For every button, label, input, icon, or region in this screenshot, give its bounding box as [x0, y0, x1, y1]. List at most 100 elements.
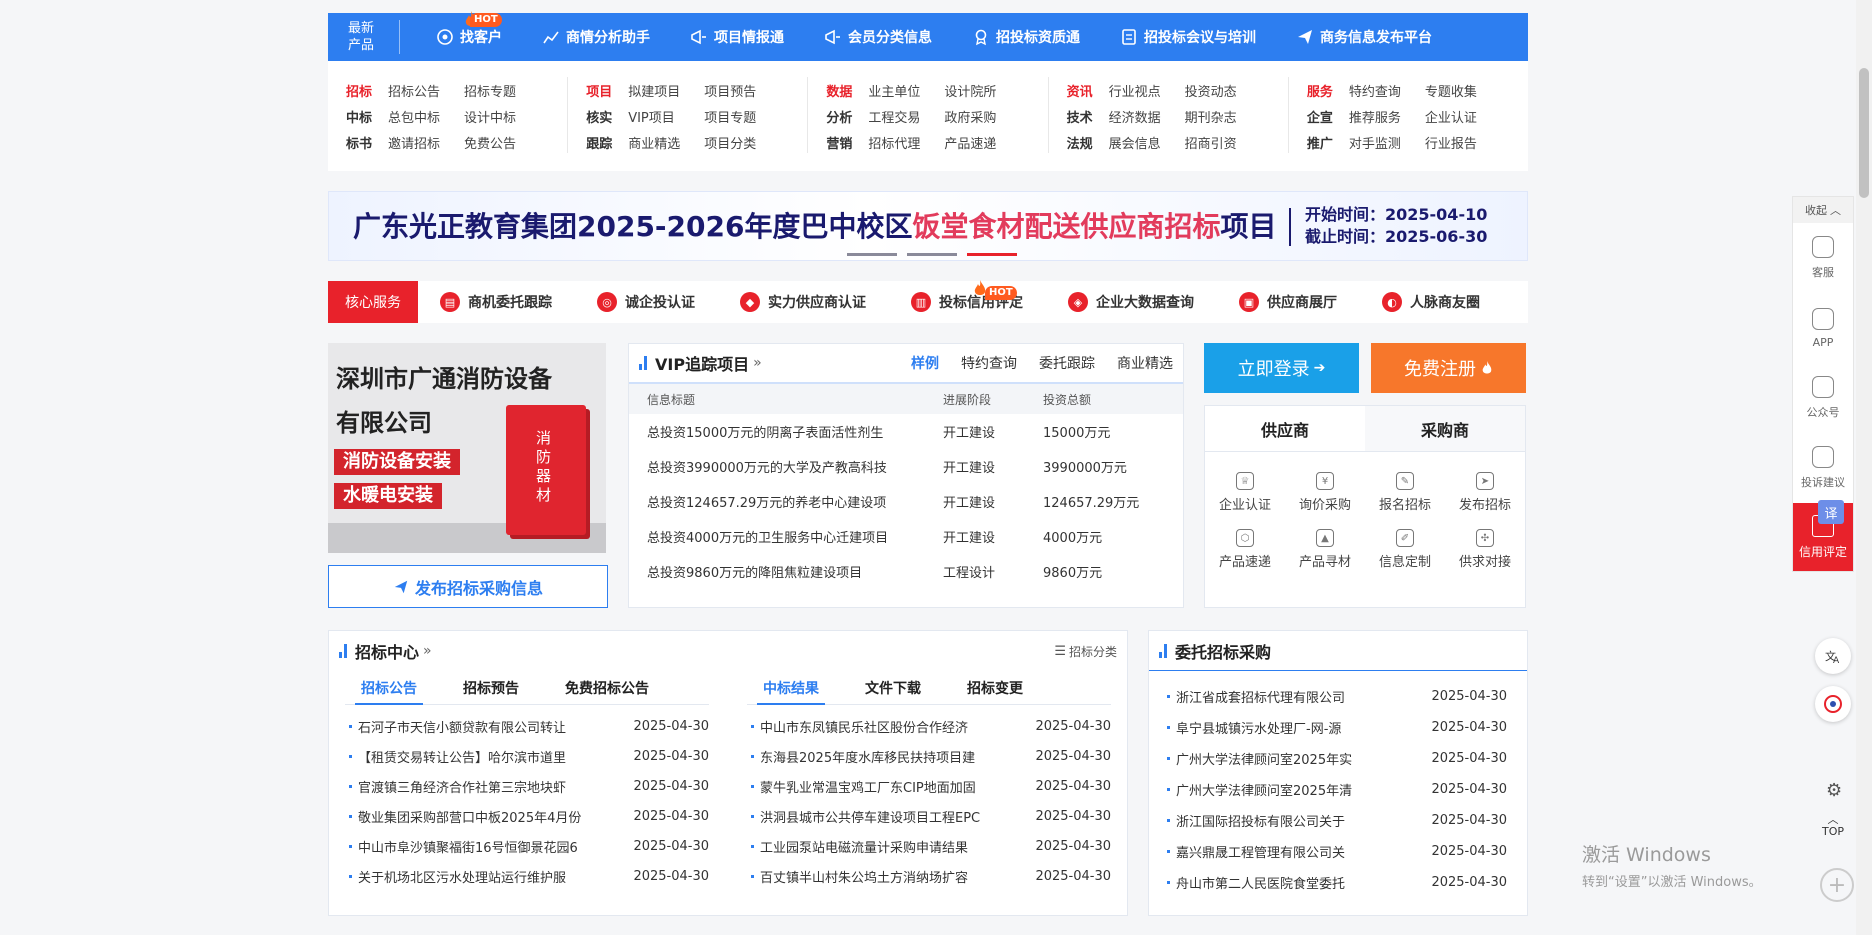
core-service-item[interactable]: ◐ 人脉商友圈 — [1382, 292, 1480, 312]
list-item[interactable]: 蒙牛乳业常温宝鸡工厂东CIP地面加固 2025-04-30 — [747, 771, 1111, 801]
list-item[interactable]: 石河子市天信小额贷款有限公司转让 2025-04-30 — [345, 711, 709, 741]
supplier-function-item[interactable]: ♕ 企业认证 — [1205, 472, 1285, 513]
menu-row-label[interactable]: 技术 — [1067, 107, 1109, 126]
list-item[interactable]: 【租赁交易转让公告】哈尔滨市道里 2025-04-30 — [345, 741, 709, 771]
back-to-top-button[interactable]: ︿ TOP — [1822, 814, 1844, 838]
core-service-item[interactable]: ▤ 商机委托跟踪 — [440, 292, 552, 312]
tab-buyer[interactable]: 采购商 — [1365, 406, 1525, 451]
banner-dot[interactable] — [847, 253, 897, 256]
supplier-function-item[interactable]: ✎ 报名招标 — [1365, 472, 1445, 513]
nav-project-intel[interactable]: 项目情报通 — [690, 27, 784, 47]
list-item[interactable]: 洪洞县城市公共停车建设项目工程EPC 2025-04-30 — [747, 801, 1111, 831]
supplier-function-item[interactable]: ¥ 询价采购 — [1285, 472, 1365, 513]
list-item[interactable]: 浙江国际招投标有限公司关于 2025-04-30 — [1163, 805, 1507, 836]
menu-link[interactable]: 项目分类 — [704, 133, 780, 152]
register-button[interactable]: 免费注册 — [1371, 343, 1526, 393]
table-cell[interactable]: 总投资124657.29万元的养老中心建设项 — [629, 484, 943, 519]
list-item[interactable]: 工业园泵站电磁流量计采购申请结果 2025-04-30 — [747, 831, 1111, 861]
list-item[interactable]: 关于机场北区污水处理站运行维护服 2025-04-30 — [345, 861, 709, 891]
supplier-function-item[interactable]: ➤ 发布招标 — [1445, 472, 1525, 513]
menu-row-label[interactable]: 推广 — [1307, 133, 1349, 152]
menu-link[interactable]: 行业报告 — [1425, 133, 1501, 152]
menu-link[interactable]: 展会信息 — [1109, 133, 1185, 152]
menu-link[interactable]: 商业精选 — [628, 133, 704, 152]
nav-market-analysis[interactable]: 商情分析助手 — [542, 27, 650, 47]
menu-link[interactable]: VIP项目 — [628, 107, 704, 126]
menu-link[interactable]: 招标专题 — [464, 81, 540, 100]
menu-link[interactable]: 设计院所 — [944, 81, 1020, 100]
supplier-function-item[interactable]: ▲ 产品寻材 — [1285, 529, 1365, 570]
menu-row-label[interactable]: 服务 — [1307, 81, 1349, 100]
menu-link[interactable]: 拟建项目 — [628, 81, 704, 100]
scrollbar-thumb[interactable] — [1859, 68, 1869, 198]
banner-dot-active[interactable] — [967, 253, 1017, 256]
double-chevron-icon[interactable]: » — [753, 355, 762, 371]
list-item[interactable]: 中山市阜沙镇聚福街16号恒御景花园6 2025-04-30 — [345, 831, 709, 861]
nav-member-info[interactable]: 会员分类信息 — [824, 27, 932, 47]
tender-tab[interactable]: 文件下载 — [849, 671, 937, 704]
vip-tab[interactable]: 特约查询 — [961, 353, 1017, 373]
table-row[interactable]: 总投资124657.29万元的养老中心建设项 开工建设 124657.29万元 — [629, 484, 1183, 519]
gear-icon[interactable]: ⚙ — [1826, 780, 1842, 801]
menu-row-label[interactable]: 营销 — [826, 133, 868, 152]
tender-tab[interactable]: 招标公告 — [345, 671, 433, 705]
table-cell[interactable]: 总投资9860万元的降阻焦粒建设项目 — [629, 554, 943, 589]
list-item[interactable]: 嘉兴鼎晟工程管理有限公司关 2025-04-30 — [1163, 836, 1507, 867]
vip-title[interactable]: VIP追踪项目 — [655, 351, 749, 375]
menu-link[interactable]: 产品速递 — [944, 133, 1020, 152]
page-scrollbar[interactable] — [1856, 0, 1872, 935]
menu-link[interactable]: 特约查询 — [1349, 81, 1425, 100]
plus-icon[interactable]: + — [1820, 868, 1854, 902]
sidebar-item[interactable]: 投诉建议 — [1793, 433, 1853, 503]
core-service-item[interactable]: ◆ 实力供应商认证 — [740, 292, 866, 312]
supplier-function-item[interactable]: ✐ 信息定制 — [1365, 529, 1445, 570]
menu-row-label[interactable]: 核实 — [586, 107, 628, 126]
menu-row-label[interactable]: 企宣 — [1307, 107, 1349, 126]
nav-publish-platform[interactable]: 商务信息发布平台 — [1296, 27, 1432, 47]
list-item[interactable]: 广州大学法律顾问室2025年清 2025-04-30 — [1163, 774, 1507, 805]
list-item[interactable]: 敬业集团采购部营口中板2025年4月份 2025-04-30 — [345, 801, 709, 831]
vip-tab[interactable]: 委托跟踪 — [1039, 353, 1095, 373]
menu-link[interactable]: 免费公告 — [464, 133, 540, 152]
menu-link[interactable]: 专题收集 — [1425, 81, 1501, 100]
menu-link[interactable]: 企业认证 — [1425, 107, 1501, 126]
list-item[interactable]: 浙江省成套招标代理有限公司 2025-04-30 — [1163, 681, 1507, 712]
menu-row-label[interactable]: 中标 — [346, 107, 388, 126]
menu-row-label[interactable]: 标书 — [346, 133, 388, 152]
tender-center-title[interactable]: 招标中心 — [355, 639, 419, 663]
menu-link[interactable]: 项目预告 — [704, 81, 780, 100]
menu-link[interactable]: 招商引资 — [1185, 133, 1261, 152]
menu-row-label[interactable]: 项目 — [586, 81, 628, 100]
sidebar-item[interactable]: 公众号 — [1793, 363, 1853, 433]
menu-link[interactable]: 行业视点 — [1109, 81, 1185, 100]
menu-link[interactable]: 工程交易 — [868, 107, 944, 126]
tender-tab[interactable]: 招标变更 — [951, 671, 1039, 704]
sidebar-collapse-button[interactable]: 收起 ︿ — [1793, 197, 1853, 223]
list-item[interactable]: 官渡镇三角经济合作社第三宗地块虾 2025-04-30 — [345, 771, 709, 801]
list-item[interactable]: 中山市东凤镇民乐社区股份合作经济 2025-04-30 — [747, 711, 1111, 741]
supplier-function-item[interactable]: ✣ 供求对接 — [1445, 529, 1525, 570]
tender-tab[interactable]: 招标预告 — [447, 671, 535, 704]
menu-link[interactable]: 政府采购 — [944, 107, 1020, 126]
tab-supplier[interactable]: 供应商 — [1205, 406, 1365, 451]
menu-link[interactable]: 经济数据 — [1109, 107, 1185, 126]
vip-tab[interactable]: 商业精选 — [1117, 353, 1173, 373]
menu-link[interactable]: 招标代理 — [868, 133, 944, 152]
table-row[interactable]: 总投资15000万元的阴离子表面活性剂生 开工建设 15000万元 — [629, 414, 1183, 449]
tender-tab[interactable]: 中标结果 — [747, 671, 835, 705]
table-row[interactable]: 总投资3990000万元的大学及产教高科技 开工建设 3990000万元 — [629, 449, 1183, 484]
double-chevron-icon[interactable]: » — [423, 643, 432, 659]
table-row[interactable]: 总投资9860万元的降阻焦粒建设项目 工程设计 9860万元 — [629, 554, 1183, 589]
promo-banner[interactable]: 广东光正教育集团2025-2026年度巴中校区饭堂食材配送供应商招标项目 开始时… — [328, 191, 1528, 261]
menu-link[interactable]: 设计中标 — [464, 107, 540, 126]
menu-link[interactable]: 项目专题 — [704, 107, 780, 126]
sidebar-item[interactable]: APP — [1793, 293, 1853, 363]
translate-icon[interactable]: 文A — [1815, 638, 1851, 674]
nav-qualification[interactable]: 招投标资质通 — [972, 27, 1080, 47]
nav-find-customer[interactable]: HOT 找客户 — [436, 11, 502, 47]
menu-row-label[interactable]: 招标 — [346, 81, 388, 100]
table-cell[interactable]: 总投资4000万元的卫生服务中心迁建项目 — [629, 519, 943, 554]
list-item[interactable]: 东海县2025年度水库移民扶持项目建 2025-04-30 — [747, 741, 1111, 771]
vip-tab[interactable]: 样例 — [911, 353, 939, 373]
publish-tender-button[interactable]: 发布招标采购信息 — [328, 565, 608, 608]
